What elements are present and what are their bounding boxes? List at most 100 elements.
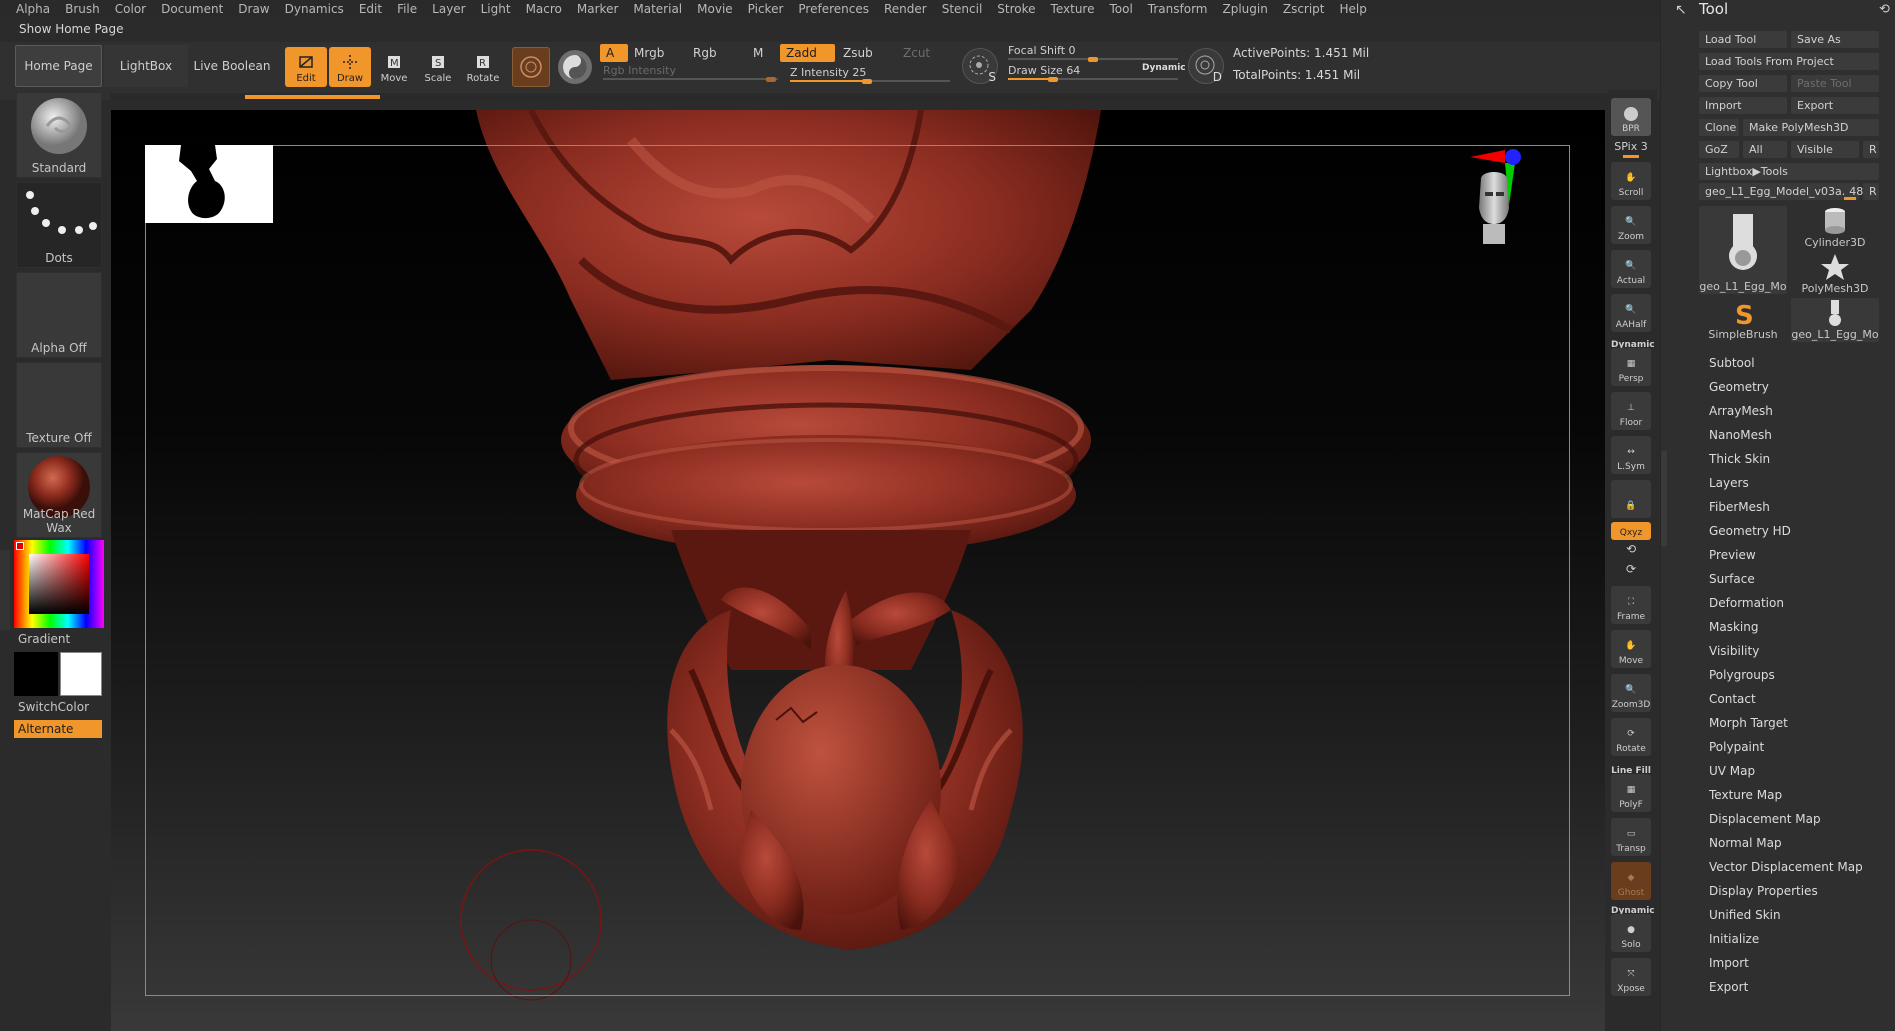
export-tool-button[interactable]: Export [1791,97,1879,114]
d-sculptris-icon[interactable]: D [1188,48,1224,84]
section-geometry[interactable]: Geometry [1709,380,1769,394]
menu-file[interactable]: File [390,2,425,16]
menu-zplugin[interactable]: Zplugin [1215,2,1275,16]
draw-button[interactable]: Draw [329,47,371,87]
zcut-toggle[interactable]: Zcut [897,44,949,62]
aahalf-button[interactable]: 🔍 AAHalf [1611,294,1651,332]
copy-tool-button[interactable]: Copy Tool [1699,75,1787,92]
menu-document[interactable]: Document [154,2,231,16]
solo-button[interactable]: ● Solo [1611,914,1651,952]
menu-dynamics[interactable]: Dynamics [277,2,351,16]
scale-button[interactable]: S Scale [417,47,459,87]
menu-marker[interactable]: Marker [569,2,625,16]
scroll-button[interactable]: ✋ Scroll [1611,162,1651,200]
polyf-button[interactable]: ▦ PolyF [1611,774,1651,812]
live-boolean-tab[interactable]: Live Boolean [190,45,274,87]
section-polypaint[interactable]: Polypaint [1709,740,1764,754]
menu-picker[interactable]: Picker [740,2,791,16]
menu-light[interactable]: Light [473,2,518,16]
menu-preferences[interactable]: Preferences [791,2,877,16]
menu-texture[interactable]: Texture [1043,2,1102,16]
secondary-color-swatch[interactable] [60,652,102,696]
navigation-thumbnail[interactable] [145,145,273,223]
m-toggle[interactable]: M [747,44,771,62]
s-stroke-icon[interactable]: S [962,48,998,84]
section-arraymesh[interactable]: ArrayMesh [1709,404,1773,418]
move-button[interactable]: M Move [373,47,415,87]
load-tool-button[interactable]: Load Tool [1699,31,1787,48]
section-initialize[interactable]: Initialize [1709,932,1759,946]
section-subtool[interactable]: Subtool [1709,356,1755,370]
save-as-button[interactable]: Save As [1791,31,1879,48]
switch-color-button[interactable]: SwitchColor [18,700,89,714]
main-color-swatch[interactable] [14,652,58,696]
rotate-button[interactable]: R Rotate [462,47,504,87]
paste-tool-button[interactable]: Paste Tool [1791,75,1879,92]
tool-tile-simplebrush[interactable]: S SimpleBrush [1699,298,1787,342]
edit-button[interactable]: Edit [285,47,327,87]
section-uv-map[interactable]: UV Map [1709,764,1755,778]
alternate-button[interactable]: Alternate [14,720,102,738]
goz-all-button[interactable]: All [1743,141,1787,158]
xyz-rotate-toggle[interactable]: Qxyz [1611,522,1651,540]
menu-zscript[interactable]: Zscript [1275,2,1332,16]
spix-setting[interactable]: SPix 3 [1611,140,1651,153]
section-fibermesh[interactable]: FiberMesh [1709,500,1770,514]
section-export[interactable]: Export [1709,980,1748,994]
lock-button[interactable]: 🔒 [1611,480,1651,518]
local-symmetry-button[interactable]: ↔ L.Sym [1611,436,1651,474]
rgb-intensity-slider[interactable]: Rgb Intensity [603,64,778,82]
stroke-slot[interactable]: Dots [16,182,102,268]
zadd-toggle[interactable]: Zadd [780,44,835,62]
clone-button[interactable]: Clone [1699,119,1739,136]
goz-r-button[interactable]: R [1863,141,1879,158]
transp-button[interactable]: ▭ Transp [1611,818,1651,856]
section-preview[interactable]: Preview [1709,548,1756,562]
section-deformation[interactable]: Deformation [1709,596,1784,610]
section-vector-displacement-map[interactable]: Vector Displacement Map [1709,860,1863,874]
zoom-button[interactable]: 🔍 Zoom [1611,206,1651,244]
goz-visible-button[interactable]: Visible [1791,141,1859,158]
menu-transform[interactable]: Transform [1140,2,1215,16]
section-display-properties[interactable]: Display Properties [1709,884,1818,898]
rotate-y-icon[interactable]: ⟲ [1611,542,1651,556]
color-saturation-square[interactable] [29,554,89,614]
lightbox-tools-button[interactable]: Lightbox▶Tools [1699,163,1879,180]
brush-slot[interactable]: Standard [16,92,102,178]
persp-button[interactable]: ▦ Persp [1611,348,1651,386]
tool-tile-polymesh3d[interactable]: PolyMesh3D [1791,252,1879,296]
section-thick-skin[interactable]: Thick Skin [1709,452,1770,466]
menu-layer[interactable]: Layer [425,2,473,16]
frame-button[interactable]: ⛶ Frame [1611,586,1651,624]
section-contact[interactable]: Contact [1709,692,1756,706]
current-tool-slider[interactable]: geo_L1_Egg_Model_v03a. 48 [1699,183,1863,200]
zsub-toggle[interactable]: Zsub [837,44,889,62]
texture-slot[interactable]: Texture Off [16,362,102,448]
rotate-view-button[interactable]: ⟳ Rotate [1611,718,1651,756]
menu-movie[interactable]: Movie [690,2,741,16]
xpose-button[interactable]: ⤧ Xpose [1611,958,1651,996]
menu-edit[interactable]: Edit [351,2,389,16]
goz-button[interactable]: GoZ [1699,141,1739,158]
tool-tile-egg-model-2[interactable]: geo_L1_Egg_Mo [1791,298,1879,342]
menu-brush[interactable]: Brush [58,2,108,16]
tool-palette-scroll-handle[interactable] [1661,451,1667,546]
section-displacement-map[interactable]: Displacement Map [1709,812,1821,826]
viewport-canvas[interactable] [111,110,1605,1031]
section-nanomesh[interactable]: NanoMesh [1709,428,1772,442]
floor-button[interactable]: ⊥ Floor [1611,392,1651,430]
z-intensity-slider[interactable]: Z Intensity 25 [790,66,950,84]
focal-shift-slider[interactable]: Focal Shift 0 [1008,44,1178,62]
rgb-toggle[interactable]: Rgb [687,44,739,62]
alpha-slot[interactable]: Alpha Off [16,272,102,358]
show-home-page-button[interactable]: Show Home Page [19,22,124,36]
lightbox-tab[interactable]: LightBox [104,45,188,87]
current-tool-r-button[interactable]: R [1863,183,1879,200]
material-swatch-button[interactable] [512,47,550,87]
ghost-button[interactable]: ◆ Ghost [1611,862,1651,900]
bpr-button[interactable]: BPR [1611,98,1651,136]
menu-color[interactable]: Color [107,2,153,16]
palette-pin-icon[interactable]: ↖ [1675,2,1687,18]
menu-tool[interactable]: Tool [1102,2,1140,16]
menu-render[interactable]: Render [876,2,934,16]
